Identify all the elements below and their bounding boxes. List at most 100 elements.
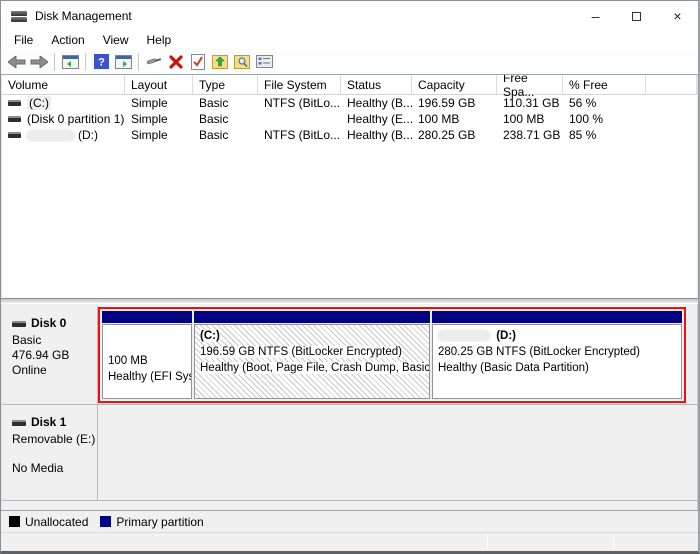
screwdriver-icon[interactable]	[143, 51, 165, 73]
delete-x-icon[interactable]	[165, 51, 187, 73]
status-cell: Healthy (B...	[341, 95, 412, 111]
close-icon: ×	[673, 8, 681, 24]
menu-action[interactable]: Action	[42, 31, 93, 49]
column-header-status[interactable]: Status	[341, 75, 412, 94]
column-header-blank	[646, 75, 697, 94]
forward-arrow-icon[interactable]	[28, 51, 50, 73]
status-cell: Healthy (E...	[341, 111, 412, 127]
show-action-pane-icon[interactable]	[112, 51, 134, 73]
column-header-file-system[interactable]: File System	[258, 75, 341, 94]
title-bar: Disk Management – ×	[1, 1, 698, 31]
back-arrow-icon[interactable]	[6, 51, 28, 73]
volume-icon	[8, 116, 21, 122]
volume-row-partition1[interactable]: (Disk 0 partition 1) Simple Basic Health…	[2, 111, 697, 127]
column-header-free-space[interactable]: Free Spa...	[497, 75, 563, 94]
help-icon[interactable]: ?	[90, 51, 112, 73]
pct-free-cell: 85 %	[563, 127, 646, 143]
properties-icon[interactable]	[253, 51, 275, 73]
redaction-blur	[438, 330, 490, 341]
red-annotation-rectangle: 100 MB Healthy (EFI Sys (C:) 196.59 GB N…	[98, 307, 686, 403]
disk1-row: Disk 1 Removable (E:) No Media	[2, 405, 697, 501]
disk1-header[interactable]: Disk 1 Removable (E:) No Media	[2, 405, 98, 500]
partition-size: 280.25 GB NTFS (BitLocker Encrypted)	[438, 346, 640, 358]
menu-view[interactable]: View	[94, 31, 138, 49]
disk-status: No Media	[12, 461, 97, 476]
partition-status: Healthy (Boot, Page File, Crash Dump, Ba…	[200, 362, 430, 374]
file-system-cell: NTFS (BitLo...	[258, 95, 341, 111]
column-header-layout[interactable]: Layout	[125, 75, 193, 94]
column-header-pct-free[interactable]: % Free	[563, 75, 646, 94]
toolbar-separator	[54, 53, 55, 71]
disk0-graphics: 100 MB Healthy (EFI Sys (C:) 196.59 GB N…	[98, 306, 697, 404]
toolbar-separator	[138, 53, 139, 71]
layout-cell: Simple	[125, 127, 193, 143]
graphical-view-pane: Disk 0 Basic 476.94 GB Online 100 MB Hea…	[1, 304, 698, 510]
disk0-header[interactable]: Disk 0 Basic 476.94 GB Online	[2, 306, 98, 404]
partition-color-band	[432, 311, 682, 323]
folder-explore-icon[interactable]	[231, 51, 253, 73]
menu-bar: File Action View Help	[1, 31, 698, 49]
partition-name: (C:)	[200, 330, 220, 342]
disk-label: Disk 0	[31, 316, 66, 331]
primary-partition-swatch-icon	[100, 516, 111, 527]
volume-label: (D:)	[78, 128, 98, 142]
volume-label: (C:)	[27, 96, 51, 110]
column-header-volume[interactable]: Volume	[2, 75, 125, 94]
partition-size: 100 MB	[108, 355, 148, 367]
disk1-graphics	[98, 405, 697, 500]
column-header-type[interactable]: Type	[193, 75, 258, 94]
close-button[interactable]: ×	[657, 1, 698, 31]
toolbar-separator	[85, 53, 86, 71]
capacity-cell: 196.59 GB	[412, 95, 497, 111]
maximize-button[interactable]	[616, 1, 657, 31]
capacity-cell: 100 MB	[412, 111, 497, 127]
volume-list-header: Volume Layout Type File System Status Ca…	[2, 75, 697, 95]
svg-text:?: ?	[98, 57, 105, 69]
partition-color-band	[102, 311, 192, 323]
free-space-cell: 110.31 GB	[497, 95, 563, 111]
window-title: Disk Management	[35, 9, 132, 23]
maximize-icon	[632, 12, 641, 21]
type-cell: Basic	[193, 95, 258, 111]
partition-c[interactable]: (C:) 196.59 GB NTFS (BitLocker Encrypted…	[194, 311, 430, 399]
status-cell: Healthy (B...	[341, 127, 412, 143]
disk-icon	[12, 420, 26, 426]
file-system-cell	[258, 111, 341, 127]
free-space-cell: 238.71 GB	[497, 127, 563, 143]
volume-icon	[8, 132, 21, 138]
partition-status: Healthy (Basic Data Partition)	[438, 362, 589, 374]
task-check-icon[interactable]	[187, 51, 209, 73]
legend-unallocated: Unallocated	[9, 515, 88, 529]
show-console-tree-icon[interactable]	[59, 51, 81, 73]
unallocated-swatch-icon	[9, 516, 20, 527]
minimize-icon: –	[592, 8, 600, 24]
partition-d[interactable]: (D:) 280.25 GB NTFS (BitLocker Encrypted…	[432, 311, 682, 399]
disk-drive-icon	[11, 10, 27, 23]
menu-help[interactable]: Help	[138, 31, 181, 49]
legend-primary-partition: Primary partition	[100, 515, 203, 529]
layout-cell: Simple	[125, 111, 193, 127]
folder-open-icon[interactable]	[209, 51, 231, 73]
partition-efi[interactable]: 100 MB Healthy (EFI Sys	[102, 311, 192, 399]
legend-bar: Unallocated Primary partition	[1, 510, 698, 532]
disk-size: 476.94 GB	[12, 348, 97, 363]
type-cell: Basic	[193, 111, 258, 127]
minimize-button[interactable]: –	[575, 1, 616, 31]
disk-type: Basic	[12, 333, 97, 348]
disk-type: Removable (E:)	[12, 432, 97, 447]
menu-file[interactable]: File	[5, 31, 42, 49]
volume-label: (Disk 0 partition 1)	[27, 112, 124, 126]
status-separator	[487, 535, 488, 549]
volume-icon	[8, 100, 21, 106]
volume-row-d[interactable]: (D:) Simple Basic NTFS (BitLo... Healthy…	[2, 127, 697, 143]
partition-status: Healthy (EFI Sys	[108, 371, 192, 383]
disk-management-window: Disk Management – × File Action View Hel…	[0, 0, 700, 554]
legend-label: Unallocated	[25, 515, 88, 529]
volume-row-c[interactable]: (C:) Simple Basic NTFS (BitLo... Healthy…	[2, 95, 697, 111]
status-bar	[1, 532, 698, 551]
partition-name: (D:)	[496, 330, 516, 342]
disk-label: Disk 1	[31, 415, 66, 430]
column-header-capacity[interactable]: Capacity	[412, 75, 497, 94]
layout-cell: Simple	[125, 95, 193, 111]
volume-list-pane: Volume Layout Type File System Status Ca…	[1, 75, 698, 298]
